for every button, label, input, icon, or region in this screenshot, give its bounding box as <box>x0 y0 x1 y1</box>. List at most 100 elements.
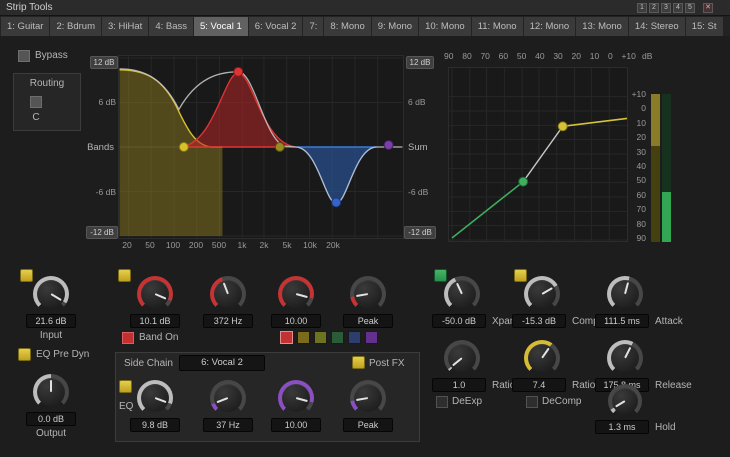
eq-pre-dyn-toggle[interactable] <box>18 348 31 361</box>
input-gain-value[interactable]: 21.6 dB <box>26 314 76 328</box>
eq-xtick-2k: 2k <box>252 240 276 250</box>
tab-11-mono[interactable]: 11: Mono <box>472 17 523 36</box>
eq-band-handle-yellow[interactable] <box>179 143 188 152</box>
sc-freq-value[interactable]: 37 Hz <box>203 418 253 432</box>
eq-band-handle-olive[interactable] <box>275 143 284 152</box>
dyn-rtick-30: 30 <box>626 147 646 157</box>
band-q-value[interactable]: 10.00 <box>271 314 321 328</box>
band-select-blue[interactable] <box>348 331 361 344</box>
sc-freq-knob[interactable] <box>210 380 246 416</box>
xpand-ratio-knob[interactable] <box>444 340 480 376</box>
tab-5-vocal1[interactable]: 5: Vocal 1 <box>194 17 248 36</box>
band-freq-value[interactable]: 372 Hz <box>203 314 253 328</box>
tab-3-hihat[interactable]: 3: HiHat <box>102 17 148 36</box>
band-freq-knob[interactable] <box>210 276 246 312</box>
sc-gain-value[interactable]: 9.8 dB <box>130 418 180 432</box>
eq-range-top-left-badge[interactable]: 12 dB <box>90 56 118 69</box>
side-chain-source-dropdown[interactable]: 6: Vocal 2 <box>179 355 265 371</box>
tab-10-mono[interactable]: 10: Mono <box>419 17 471 36</box>
dyn-tick-70: 70 <box>480 51 489 61</box>
output-gain-knob[interactable] <box>33 374 69 410</box>
release-knob[interactable] <box>607 340 643 376</box>
hold-knob[interactable] <box>608 384 642 418</box>
dyn-expander-threshold-handle[interactable] <box>519 177 528 186</box>
band-gain-value[interactable]: 10.1 dB <box>130 314 180 328</box>
channel-tab-bar: 1: Guitar 2: Bdrum 3: HiHat 4: Bass 5: V… <box>0 16 730 36</box>
tab-7[interactable]: 7: <box>303 17 323 36</box>
tab-8-mono[interactable]: 8: Mono <box>324 17 370 36</box>
bypass-checkbox[interactable] <box>18 50 30 62</box>
deexp-checkbox[interactable] <box>436 396 448 408</box>
comp-ratio-label: Ratio <box>572 380 595 391</box>
eq-band-handle-blue[interactable] <box>332 198 341 207</box>
band-on-checkbox[interactable] <box>122 332 134 344</box>
tab-14-stereo[interactable]: 14: Stereo <box>629 17 685 36</box>
eq-range-top-right-badge[interactable]: 12 dB <box>406 56 434 69</box>
sc-q-value[interactable]: 10.00 <box>271 418 321 432</box>
dynamics-graph[interactable] <box>448 67 628 242</box>
layout-preset-3-button[interactable]: 3 <box>661 3 671 13</box>
band-select-olive[interactable] <box>314 331 327 344</box>
comp-ratio-knob[interactable] <box>524 340 560 376</box>
band-select-green[interactable] <box>331 331 344 344</box>
layout-preset-2-button[interactable]: 2 <box>649 3 659 13</box>
attack-knob[interactable] <box>607 276 643 312</box>
dyn-tick-20: 20 <box>572 51 581 61</box>
tab-13-mono[interactable]: 13: Mono <box>576 17 628 36</box>
xpand-threshold-knob[interactable] <box>444 276 480 312</box>
sc-type-value[interactable]: Peak <box>343 418 393 432</box>
post-fx-toggle[interactable] <box>352 356 365 369</box>
eq-xtick-20: 20 <box>115 240 139 250</box>
layout-preset-4-button[interactable]: 4 <box>673 3 683 13</box>
tab-6-vocal2[interactable]: 6: Vocal 2 <box>249 17 303 36</box>
output-gain-value[interactable]: 0.0 dB <box>26 412 76 426</box>
xpand-enable-led[interactable] <box>434 269 447 282</box>
eq-bell-cut-fill <box>296 147 377 203</box>
tab-9-mono[interactable]: 9: Mono <box>372 17 418 36</box>
band-select-red[interactable] <box>280 331 293 344</box>
band-select-yellow[interactable] <box>297 331 310 344</box>
tab-1-guitar[interactable]: 1: Guitar <box>1 17 49 36</box>
tab-4-bass[interactable]: 4: Bass <box>149 17 193 36</box>
dyn-compressor-threshold-handle[interactable] <box>558 122 567 131</box>
decomp-checkbox[interactable] <box>526 396 538 408</box>
sc-q-knob[interactable] <box>278 380 314 416</box>
comp-threshold-value[interactable]: -15.3 dB <box>512 314 566 328</box>
eq-range-bottom-left-badge[interactable]: -12 dB <box>86 226 118 239</box>
band-enable-led[interactable] <box>118 269 131 282</box>
attack-value[interactable]: 111.5 ms <box>595 314 649 328</box>
band-select-purple[interactable] <box>365 331 378 344</box>
post-fx-label: Post FX <box>369 358 405 369</box>
layout-preset-1-button[interactable]: 1 <box>637 3 647 13</box>
decomp-label: DeComp <box>542 396 581 407</box>
routing-button[interactable] <box>30 96 42 108</box>
sc-eq-enable-led[interactable] <box>119 380 132 393</box>
eq-graph[interactable] <box>118 55 404 239</box>
sc-type-knob[interactable] <box>350 380 386 416</box>
tab-2-bdrum[interactable]: 2: Bdrum <box>50 17 101 36</box>
eq-pre-dyn-label: EQ Pre Dyn <box>36 349 89 360</box>
band-q-knob[interactable] <box>278 276 314 312</box>
deexp-label: DeExp <box>452 396 482 407</box>
band-gain-knob[interactable] <box>137 276 173 312</box>
band-type-knob[interactable] <box>350 276 386 312</box>
comp-threshold-knob[interactable] <box>524 276 560 312</box>
hold-value[interactable]: 1.3 ms <box>595 420 649 434</box>
comp-enable-led[interactable] <box>514 269 527 282</box>
comp-ratio-value[interactable]: 7.4 <box>512 378 566 392</box>
tab-12-mono[interactable]: 12: Mono <box>524 17 576 36</box>
eq-band-handle-purple[interactable] <box>384 141 393 150</box>
eq-band-handle-red[interactable] <box>234 67 243 76</box>
close-icon[interactable]: ✕ <box>703 3 713 13</box>
sc-gain-knob[interactable] <box>137 380 173 416</box>
band-type-value[interactable]: Peak <box>343 314 393 328</box>
xpand-ratio-value[interactable]: 1.0 <box>432 378 486 392</box>
eq-plus6-left-label: 6 dB <box>90 97 116 107</box>
input-led[interactable] <box>20 269 33 282</box>
dyn-tick-plus10: +10 <box>621 51 635 61</box>
layout-preset-5-button[interactable]: 5 <box>685 3 695 13</box>
input-gain-knob[interactable] <box>33 276 69 312</box>
xpand-threshold-value[interactable]: -50.0 dB <box>432 314 486 328</box>
eq-range-bottom-right-badge[interactable]: -12 dB <box>404 226 436 239</box>
tab-15-stereo[interactable]: 15: St <box>686 17 723 36</box>
